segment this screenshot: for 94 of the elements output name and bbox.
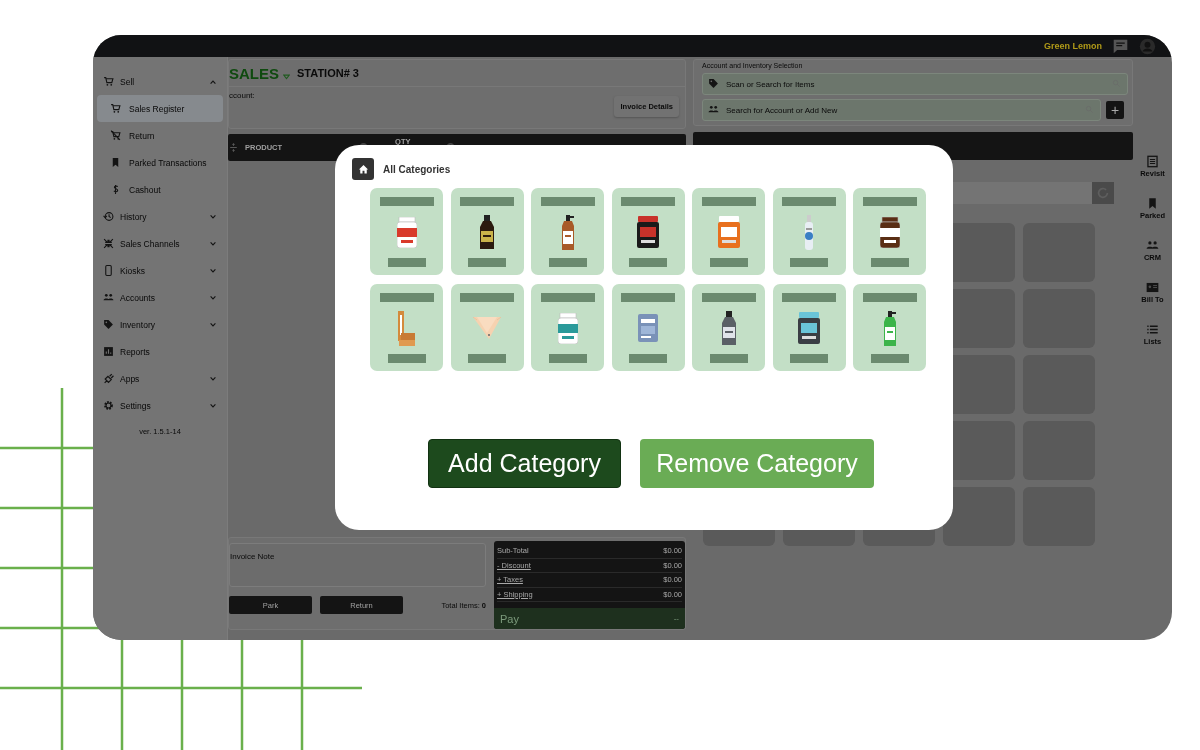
sidebar-item[interactable]: Reports (97, 338, 223, 365)
search-field[interactable]: Search for Account or Add New (702, 99, 1101, 121)
phone-icon (103, 265, 114, 276)
category-tile[interactable] (692, 284, 765, 371)
redacted-text-bar (540, 293, 595, 302)
pay-button[interactable]: Pay -- (494, 608, 685, 629)
invoice-note-field[interactable]: Invoice Note (229, 543, 486, 587)
sidebar-item[interactable]: Sell (97, 68, 223, 95)
clock-icon (103, 211, 114, 222)
home-button[interactable] (352, 158, 374, 180)
redacted-text-bar (629, 354, 667, 363)
redacted-text-bar (548, 354, 587, 363)
account-label: ccount: (229, 91, 255, 100)
crossed-cart-icon (110, 130, 121, 141)
redacted-text-bar (701, 197, 756, 206)
sidebar-subitem[interactable]: Cashout (97, 176, 223, 203)
sidebar-subitem[interactable]: Sales Register (97, 95, 223, 122)
empty-tile[interactable] (943, 487, 1015, 546)
sidebar-item[interactable]: Sales Channels (97, 230, 223, 257)
cart-icon (110, 103, 121, 114)
store-name: Green Lemon (1044, 41, 1102, 51)
category-tile[interactable] (611, 284, 685, 371)
redacted-text-bar (379, 197, 434, 206)
redacted-text-bar (621, 293, 675, 302)
people-icon (1146, 239, 1159, 252)
redacted-text-bar (468, 258, 506, 267)
sidebar-item[interactable]: Settings (97, 392, 223, 419)
category-tile[interactable] (450, 284, 524, 371)
category-tile[interactable] (853, 188, 926, 275)
dialog-title: All Categories (383, 163, 451, 175)
redacted-text-bar (460, 293, 514, 302)
redacted-text-bar (862, 293, 917, 302)
category-tile[interactable] (370, 188, 443, 275)
category-tile[interactable] (772, 188, 846, 275)
bar-chart-icon (103, 346, 114, 357)
home-icon (356, 162, 370, 176)
redacted-text-bar (870, 354, 909, 363)
sidebar-item[interactable]: Apps (97, 365, 223, 392)
redacted-text-bar (387, 258, 426, 267)
list-icon (1146, 323, 1159, 336)
redacted-text-bar (782, 293, 836, 302)
remove-category-button[interactable]: Remove Category (640, 439, 874, 488)
redacted-text-bar (701, 293, 756, 302)
sidebar-item[interactable]: Kiosks (97, 257, 223, 284)
sidebar-item[interactable]: Inventory (97, 311, 223, 338)
redacted-text-bar (862, 197, 917, 206)
sort-icon (228, 142, 239, 153)
bookmark-icon (1146, 197, 1159, 210)
plug-icon (103, 373, 114, 384)
redacted-text-bar (548, 258, 587, 267)
redacted-text-bar (790, 258, 828, 267)
redacted-text-bar (460, 197, 514, 206)
sidebar-item[interactable]: History (97, 203, 223, 230)
refresh-icon (1092, 182, 1114, 204)
station-label: STATION# 3 (297, 67, 359, 79)
category-tile[interactable] (853, 284, 926, 371)
arrows-icon (103, 238, 114, 249)
redacted-text-bar (782, 197, 836, 206)
tag-icon (103, 319, 114, 330)
category-tile[interactable] (450, 188, 524, 275)
redacted-text-bar (790, 354, 828, 363)
pay-label: Pay (500, 612, 519, 625)
tag-icon (708, 78, 719, 89)
add-category-button[interactable]: Add Category (428, 439, 621, 488)
redacted-text-bar (387, 354, 426, 363)
people-icon (708, 104, 719, 115)
redacted-text-bar (540, 197, 595, 206)
list-icon (1146, 155, 1159, 168)
redacted-text-bar (468, 354, 506, 363)
redacted-text-bar (709, 258, 748, 267)
redacted-text-bar (709, 354, 748, 363)
page-title: SALES (229, 64, 279, 82)
add-button[interactable]: + (1106, 101, 1124, 119)
category-tile[interactable] (531, 284, 604, 371)
people-icon (103, 292, 114, 303)
contact-card-icon (1146, 281, 1159, 294)
search-field[interactable]: Scan or Search for Items (702, 73, 1128, 95)
sidebar-subitem[interactable]: Parked Transactions (97, 149, 223, 176)
category-tile[interactable] (370, 284, 443, 371)
cart-icon (103, 76, 114, 87)
category-tile[interactable] (531, 188, 604, 275)
dropdown-caret-icon (283, 72, 290, 80)
category-tile[interactable] (692, 188, 765, 275)
sidebar-subitem[interactable]: Return (97, 122, 223, 149)
category-tile[interactable] (772, 284, 846, 371)
pay-amount: -- (673, 614, 679, 623)
settings-icon (103, 400, 114, 411)
redacted-text-bar (621, 197, 675, 206)
redacted-text-bar (629, 258, 667, 267)
sidebar-item[interactable]: Accounts (97, 284, 223, 311)
bookmark-icon (110, 157, 121, 168)
category-tile[interactable] (611, 188, 685, 275)
redacted-text-bar (379, 293, 434, 302)
redacted-text-bar (870, 258, 909, 267)
